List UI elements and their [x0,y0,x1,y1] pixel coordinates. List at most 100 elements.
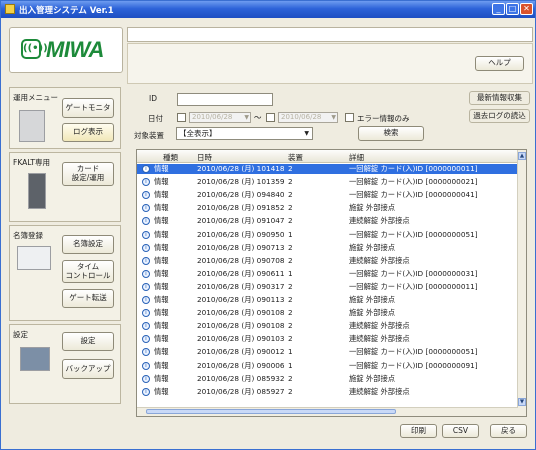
table-row[interactable]: i 情報 2010/06/28 (月) 090708 2 連続解錠 外部接点 [137,256,518,266]
row-type: 情報 [154,242,169,252]
roster-table-icon [17,246,51,270]
table-row[interactable]: i 情報 2010/06/28 (月) 090113 2 施錠 外部接点 [137,295,518,305]
row-device: 2 [288,295,293,304]
table-row[interactable]: i 情報 2010/06/28 (月) 101359 2 一回解錠 カード(入)ID [… [137,177,518,187]
gate-transfer-button[interactable]: ゲート転送 [62,289,114,308]
row-detail: 施錠 外部接点 [349,373,396,383]
info-icon: i [142,243,150,252]
date-from-picker[interactable]: 2010/06/28 ▼ [189,112,251,123]
row-datetime: 2010/06/28 (月) 090103 [197,334,285,344]
maximize-button[interactable]: □ [506,3,519,15]
table-row[interactable]: i 情報 2010/06/28 (月) 090012 1 一回解錠 カード(入)ID [… [137,347,518,357]
horizontal-scrollbar[interactable] [137,407,518,416]
row-type: 情報 [154,216,169,226]
log-view-button[interactable]: ログ表示 [62,123,114,142]
error-only-checkbox[interactable] [345,113,354,122]
row-type: 情報 [154,347,169,357]
card-setting-button[interactable]: カード 設定/運用 [62,162,114,186]
horizontal-scroll-thumb[interactable] [146,409,396,414]
row-device: 2 [288,281,293,291]
row-detail: 連続解錠 外部接点 [349,255,410,265]
date-label: 日付 [148,114,163,123]
roster-panel: 名簿登録 名簿設定 タイム コントロール ゲート転送 [9,225,121,321]
device-select[interactable]: 【全表示】 ▼ [176,127,313,140]
table-row[interactable]: i 情報 2010/06/28 (月) 091047 2 連続解錠 外部接点 [137,216,518,226]
table-row[interactable]: i 情報 2010/06/28 (月) 091852 2 施錠 外部接点 [137,203,518,213]
row-detail: 連続解錠 外部接点 [349,334,410,344]
info-icon: i [142,256,150,265]
door-reader-icon [19,110,45,142]
row-type: 情報 [154,255,169,265]
row-detail: 連続解錠 外部接点 [349,216,410,226]
table-row[interactable]: i 情報 2010/06/28 (月) 090108 2 施錠 外部接点 [137,308,518,318]
load-old-log-button[interactable]: 過去ログの読込 [469,109,530,123]
setting-button[interactable]: 設定 [62,332,114,351]
backup-button[interactable]: バックアップ [62,359,114,379]
row-type: 情報 [154,386,169,396]
date-from-checkbox[interactable] [177,113,186,122]
row-type: 情報 [154,308,169,318]
table-row[interactable]: i 情報 2010/06/28 (月) 090713 2 施錠 外部接点 [137,243,518,253]
row-datetime: 2010/06/28 (月) 090108 [197,321,285,331]
error-only-label: エラー情報のみ [357,114,410,123]
table-row[interactable]: i 情報 2010/06/28 (月) 090317 2 一回解錠 カード(入)ID [… [137,282,518,292]
table-row[interactable]: i 情報 2010/06/28 (月) 090103 2 連続解錠 外部接点 [137,334,518,344]
table-row[interactable]: i 情報 2010/06/28 (月) 101418 2 一回解錠 カード(入)ID [… [137,164,518,175]
row-type: 情報 [154,203,169,213]
table-row[interactable]: i 情報 2010/06/28 (月) 094840 2 一回解錠 カード(入)ID [… [137,190,518,200]
info-icon: i [142,322,150,331]
help-button[interactable]: ヘルプ [475,56,524,71]
collect-latest-button[interactable]: 最新情報収集 [469,91,530,105]
table-row[interactable]: i 情報 2010/06/28 (月) 090950 1 一回解錠 カード(入)ID [… [137,230,518,240]
vertical-scrollbar[interactable]: ▲ ▼ [517,150,526,416]
minimize-button[interactable]: _ [492,3,505,15]
title-bar[interactable]: 出入管理システム Ver.1 _ □ ✕ [1,1,535,18]
column-header[interactable]: 種類 [163,152,178,163]
info-icon: i [142,309,150,318]
row-detail: 一回解錠 カード(入)ID [0000000051] [349,347,478,357]
time-control-button[interactable]: タイム コントロール [62,260,114,283]
date-to-checkbox[interactable] [266,113,275,122]
table-row[interactable]: i 情報 2010/06/28 (月) 085932 2 施錠 外部接点 [137,374,518,384]
id-input[interactable] [177,93,273,106]
close-button[interactable]: ✕ [520,3,533,15]
miwa-logo-text: MIWA [46,37,104,62]
scroll-up-icon[interactable]: ▲ [518,152,526,160]
row-datetime: 2010/06/28 (月) 085932 [197,373,285,383]
row-device: 2 [288,321,293,331]
device-select-value: 【全表示】 [179,129,217,138]
table-row[interactable]: i 情報 2010/06/28 (月) 090611 1 一回解錠 カード(入)ID [… [137,269,518,279]
back-button[interactable]: 戻る [490,424,527,438]
info-icon: i [142,165,150,173]
miwa-logo-mark-icon: ((•)) [21,39,48,59]
info-icon: i [142,374,150,383]
row-detail: 施錠 外部接点 [349,295,396,304]
row-detail: 一回解錠 カード(入)ID [0000000031] [349,268,478,278]
column-header[interactable]: 詳細 [349,152,364,163]
info-icon: i [142,282,150,291]
print-button[interactable]: 印刷 [400,424,437,438]
search-button[interactable]: 検索 [358,126,424,141]
row-device: 2 [288,164,293,173]
chevron-down-icon: ▼ [331,114,336,121]
row-type: 情報 [154,295,169,304]
date-to-picker[interactable]: 2010/06/28 ▼ [278,112,338,123]
table-row[interactable]: i 情報 2010/06/28 (月) 090108 2 連続解錠 外部接点 [137,321,518,331]
gate-monitor-button[interactable]: ゲートモニタ [62,98,114,118]
row-datetime: 2010/06/28 (月) 101418 [197,164,285,173]
column-header[interactable]: 日時 [197,152,212,163]
column-header[interactable]: 装置 [288,152,303,163]
row-datetime: 2010/06/28 (月) 090713 [197,242,285,252]
row-device: 2 [288,177,293,187]
table-row[interactable]: i 情報 2010/06/28 (月) 085927 2 連続解錠 外部接点 [137,387,518,397]
chevron-down-icon: ▼ [304,130,309,137]
row-datetime: 2010/06/28 (月) 094840 [197,190,285,200]
csv-button[interactable]: CSV [442,424,479,438]
row-type: 情報 [154,334,169,344]
row-device: 1 [288,229,293,239]
card-lock-icon [28,173,46,209]
roster-setting-button[interactable]: 名簿設定 [62,235,114,254]
scroll-down-icon[interactable]: ▼ [518,398,526,406]
table-row[interactable]: i 情報 2010/06/28 (月) 090006 1 一回解錠 カード(入)ID [… [137,361,518,371]
row-device: 2 [288,334,293,344]
